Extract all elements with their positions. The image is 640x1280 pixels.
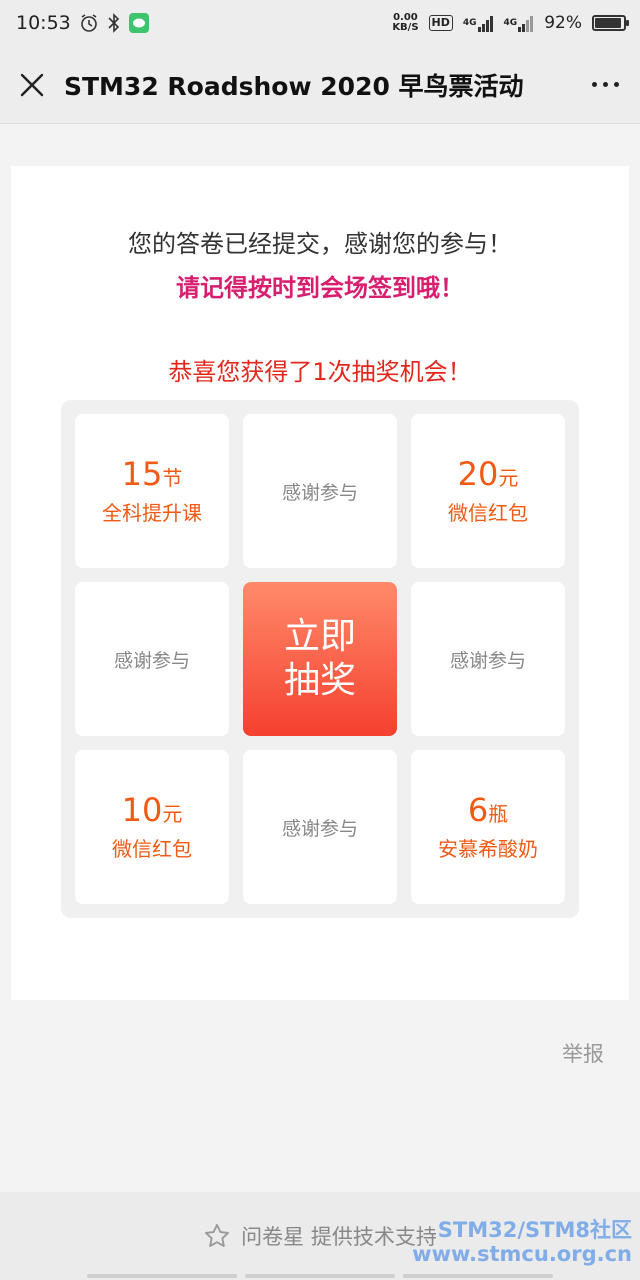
gesture-bar-segment: [87, 1274, 237, 1278]
gesture-bar-segment: [403, 1274, 553, 1278]
thanks-cell: 感谢参与: [243, 750, 397, 904]
gesture-bar-segment: [245, 1274, 395, 1278]
prize-unit: 元: [498, 466, 519, 490]
prize-name: 微信红包: [112, 837, 192, 861]
bluetooth-icon: [107, 13, 121, 33]
gesture-bar: [0, 1274, 640, 1280]
prize-cell-yogurt: 6瓶 安慕希酸奶: [411, 750, 565, 904]
status-bar: 10:53 0.00 KB/S HD 4G 4G 92%: [0, 0, 640, 46]
signal-icon-2: 4G: [504, 14, 535, 32]
draw-button-line2: 抽奖: [283, 660, 356, 701]
footer-credit: 问卷星 提供技术支持: [241, 1225, 437, 1249]
lottery-grid: 15节 全科提升课 感谢参与 20元 微信红包 感谢参与 立即 抽奖 感谢参与 …: [61, 400, 579, 918]
wechat-notification-icon: [128, 13, 149, 33]
report-link[interactable]: 举报: [562, 1038, 604, 1068]
signal-icon: 4G: [463, 14, 494, 32]
thanks-label: 感谢参与: [281, 481, 358, 504]
status-bar-right: 0.00 KB/S HD 4G 4G 92%: [392, 13, 629, 33]
star-icon: [205, 1223, 230, 1247]
thanks-label: 感谢参与: [449, 649, 526, 672]
reminder-message: 请记得按时到会场签到哦！: [176, 274, 464, 302]
thanks-cell: 感谢参与: [75, 582, 229, 736]
network-speed-unit: KB/S: [392, 22, 419, 33]
prize-name: 微信红包: [448, 501, 528, 525]
prize-number: 6: [467, 791, 489, 829]
prize-number: 20: [457, 455, 499, 493]
submitted-message: 您的答卷已经提交，感谢您的参与！: [128, 230, 512, 258]
watermark-line1: STM32/STM8社区: [437, 1218, 632, 1242]
prize-name: 安慕希酸奶: [438, 837, 538, 861]
more-icon-dot: [613, 82, 619, 87]
draw-lottery-button[interactable]: 立即 抽奖: [243, 582, 397, 736]
battery-fill: [595, 18, 621, 28]
result-card: 您的答卷已经提交，感谢您的参与！ 请记得按时到会场签到哦！ 恭喜您获得了1次抽奖…: [11, 166, 629, 1000]
thanks-label: 感谢参与: [281, 817, 358, 840]
prize-number: 15: [121, 455, 163, 493]
network-speed: 0.00 KB/S: [392, 13, 418, 33]
prize-amount: 20元: [458, 454, 519, 498]
prize-cell-course: 15节 全科提升课: [75, 414, 229, 568]
thanks-label: 感谢参与: [113, 649, 190, 672]
prize-name: 全科提升课: [102, 501, 202, 525]
close-icon: [20, 73, 44, 96]
thanks-cell: 感谢参与: [243, 414, 397, 568]
clock-time: 10:53: [16, 12, 71, 34]
hd-voice-icon: HD: [428, 15, 453, 31]
thanks-cell: 感谢参与: [411, 582, 565, 736]
battery-icon: [592, 15, 629, 31]
watermark: STM32/STM8社区 www.stmcu.org.cn: [412, 1218, 632, 1266]
signal-label: 4G: [462, 18, 477, 28]
page-title: STM32 Roadshow 2020 早鸟票活动: [64, 71, 524, 101]
watermark-line2: www.stmcu.org.cn: [412, 1242, 632, 1266]
prize-amount: 6瓶: [468, 790, 508, 834]
title-bar: STM32 Roadshow 2020 早鸟票活动: [0, 46, 640, 124]
alarm-icon: [79, 13, 99, 33]
status-bar-left: 10:53: [16, 12, 149, 34]
prize-unit: 元: [162, 802, 183, 826]
prize-amount: 15节: [122, 454, 183, 498]
more-options-button[interactable]: [570, 46, 640, 124]
prize-unit: 瓶: [488, 802, 509, 826]
close-button[interactable]: [0, 46, 64, 124]
lottery-message: 恭喜您获得了1次抽奖机会！: [168, 358, 472, 386]
prize-number: 10: [121, 791, 163, 829]
prize-amount: 10元: [122, 790, 183, 834]
prize-unit: 节: [162, 466, 183, 490]
prize-cell-red-packet-20: 20元 微信红包: [411, 414, 565, 568]
signal-label-2: 4G: [503, 18, 518, 28]
more-icon-dot: [602, 82, 608, 87]
prize-cell-red-packet-10: 10元 微信红包: [75, 750, 229, 904]
battery-percent: 92%: [544, 13, 582, 33]
more-icon-dot: [591, 82, 597, 87]
draw-button-line1: 立即: [283, 616, 356, 657]
